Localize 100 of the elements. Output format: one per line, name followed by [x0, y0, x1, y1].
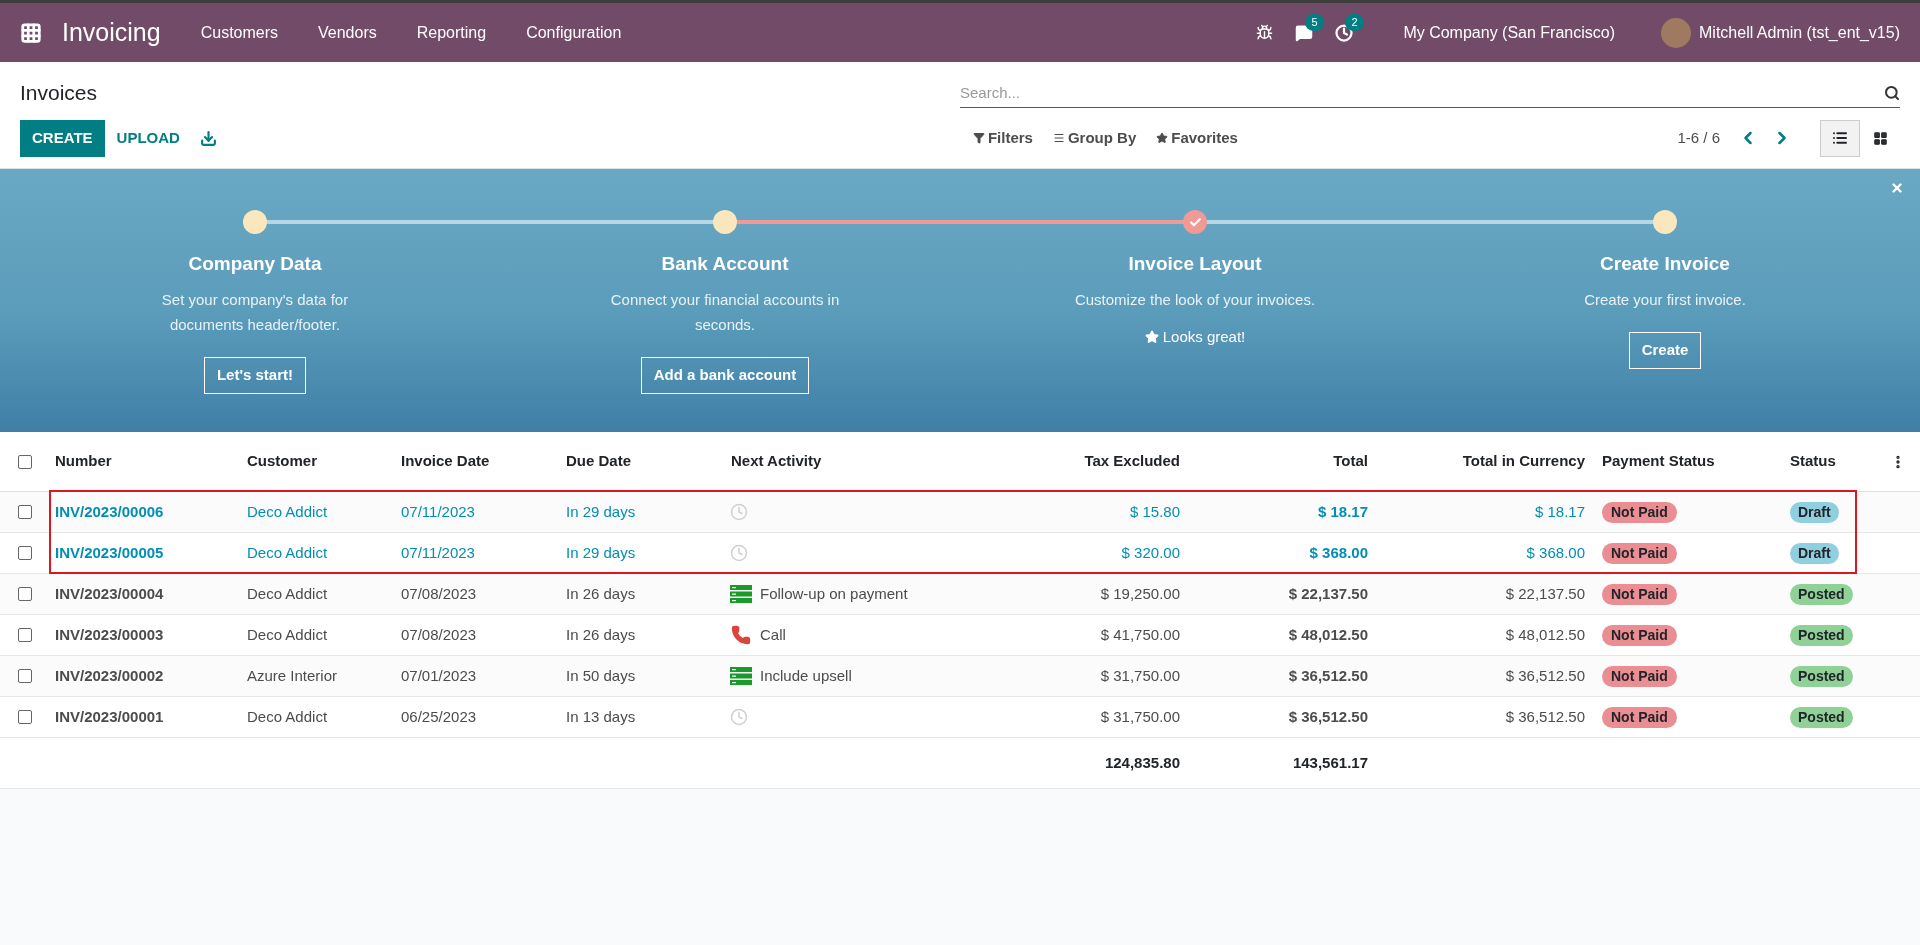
column-header[interactable]: Total in Currency	[1380, 450, 1597, 473]
total-currency-cell-text: $ 48,012.50	[1504, 624, 1586, 645]
menu-item[interactable]: Reporting	[396, 20, 507, 45]
status-badge: Posted	[1790, 706, 1853, 728]
company-switcher[interactable]: My Company (San Francisco)	[1403, 20, 1615, 45]
column-header[interactable]: Tax Excluded	[1000, 450, 1192, 473]
invoice-date-cell-text: 07/11/2023	[400, 501, 476, 522]
tax-excluded-cell-text: $ 19,250.00	[1099, 583, 1181, 604]
column-header[interactable]: Number	[50, 450, 242, 473]
step-title: Create Invoice	[1600, 252, 1730, 276]
message-count: 5	[1305, 13, 1324, 31]
customer-cell-text: Deco Addict	[246, 583, 329, 604]
due-date-cell-text: In 26 days	[565, 624, 637, 645]
tax-excluded-cell-text: $ 320.00	[1120, 542, 1181, 563]
due-date-cell-text: In 29 days	[565, 542, 637, 563]
tax-excluded-total: 124,835.80	[1103, 752, 1181, 773]
invoice-number: INV/2023/00006	[54, 501, 165, 522]
customer-cell-text: Deco Addict	[246, 501, 329, 522]
user-menu[interactable]: Mitchell Admin (tst_ent_v15)	[1699, 20, 1900, 45]
table-row[interactable]: INV/2023/00004 Deco Addict 07/08/2023 In 26 days Follow-up on payment $ 19,250.00 $ 22,137.50 $ 22,137.50 Not Paid Posted	[0, 574, 1920, 615]
activity-text: Call	[760, 624, 786, 645]
column-header[interactable]: Next Activity	[726, 450, 1000, 473]
search-field[interactable]: Search...	[960, 78, 1900, 108]
due-date-cell-text: In 50 days	[565, 665, 637, 686]
invoice-number: INV/2023/00001	[54, 706, 165, 727]
total-cell-text: $ 368.00	[1308, 542, 1369, 563]
step-title: Bank Account	[661, 252, 789, 276]
total-currency-cell-text: $ 18.17	[1533, 501, 1586, 522]
done-text: Looks great!	[1144, 325, 1246, 348]
status-badge: Draft	[1790, 501, 1839, 523]
payment-status-badge: Not Paid	[1602, 624, 1677, 646]
payment-status-badge: Not Paid	[1602, 542, 1677, 564]
payment-status-badge: Not Paid	[1602, 583, 1677, 605]
filter-menu-button[interactable]: Group By	[1052, 126, 1137, 150]
due-date-cell-text: In 29 days	[565, 501, 637, 522]
due-date-cell-text: In 13 days	[565, 706, 637, 727]
step-action-button[interactable]: Add a bank account	[640, 356, 810, 394]
invoice-date-cell-text: 07/11/2023	[400, 542, 476, 563]
table-row[interactable]: INV/2023/00006 Deco Addict 07/11/2023 In 29 days $ 15.80 $ 18.17 $ 18.17 Not Paid Draft	[0, 492, 1920, 533]
table-row[interactable]: INV/2023/00002 Azure Interior 07/01/2023 In 50 days Include upsell $ 31,750.00 $ 36,512.50 $ 36,512.50 Not Paid Posted	[0, 656, 1920, 697]
column-header[interactable]: Total	[1192, 450, 1380, 473]
step-title: Company Data	[188, 252, 322, 276]
customer-cell-text: Deco Addict	[246, 624, 329, 645]
tax-excluded-cell-text: $ 15.80	[1128, 501, 1181, 522]
step-description: Connect your financial accounts in seconds.	[609, 289, 841, 335]
column-header[interactable]: Customer	[242, 450, 396, 473]
status-badge: Draft	[1790, 542, 1839, 564]
total-cell-text: $ 36,512.50	[1287, 706, 1369, 727]
total-currency-cell-text: $ 368.00	[1525, 542, 1586, 563]
customer-cell-text: Azure Interior	[246, 665, 339, 686]
total-currency-cell-text: $ 22,137.50	[1504, 583, 1586, 604]
invoice-number: INV/2023/00002	[54, 665, 165, 686]
total-cell-text: $ 22,137.50	[1287, 583, 1369, 604]
payment-status-badge: Not Paid	[1602, 665, 1677, 687]
invoice-number: INV/2023/00004	[54, 583, 165, 604]
create-button[interactable]: CREATE	[20, 119, 105, 157]
invoice-date-cell-text: 07/08/2023	[400, 583, 478, 604]
tax-excluded-cell-text: $ 31,750.00	[1099, 706, 1181, 727]
breadcrumb: Invoices	[20, 80, 99, 107]
column-header[interactable]: Payment Status	[1597, 450, 1785, 473]
invoice-number: INV/2023/00005	[54, 542, 165, 563]
step-description: Create your first invoice.	[1583, 289, 1747, 310]
status-badge: Posted	[1790, 583, 1853, 605]
status-badge: Posted	[1790, 665, 1853, 687]
invoice-date-cell-text: 07/08/2023	[400, 624, 478, 645]
customer-cell-text: Deco Addict	[246, 706, 329, 727]
customer-cell-text: Deco Addict	[246, 542, 329, 563]
payment-status-badge: Not Paid	[1602, 706, 1677, 728]
menu-item[interactable]: Customers	[180, 20, 299, 45]
menu-item[interactable]: Vendors	[298, 20, 397, 45]
filter-menu-button[interactable]: Favorites	[1156, 126, 1238, 150]
total-currency-cell-text: $ 36,512.50	[1504, 706, 1586, 727]
total-cell-text: $ 18.17	[1316, 501, 1369, 522]
app-name[interactable]: Invoicing	[62, 13, 161, 52]
due-date-cell-text: In 26 days	[565, 583, 637, 604]
column-header[interactable]: Invoice Date	[396, 450, 561, 473]
step-description: Customize the look of your invoices.	[1073, 289, 1317, 310]
status-badge: Posted	[1790, 624, 1853, 646]
invoice-date-cell-text: 06/25/2023	[400, 706, 478, 727]
tax-excluded-cell-text: $ 31,750.00	[1099, 665, 1181, 686]
activity-text: Follow-up on payment	[760, 583, 908, 604]
invoice-number: INV/2023/00003	[54, 624, 165, 645]
step-description: Set your company's data for documents header/footer.	[160, 289, 350, 335]
step-title: Invoice Layout	[1128, 252, 1262, 276]
pager-text: 1-6 / 6	[1677, 127, 1720, 148]
menu-item[interactable]: Configuration	[506, 20, 642, 45]
total-currency-cell-text: $ 36,512.50	[1504, 665, 1586, 686]
total-cell-text: $ 48,012.50	[1287, 624, 1369, 645]
invoice-date-cell-text: 07/01/2023	[400, 665, 478, 686]
tax-excluded-cell-text: $ 41,750.00	[1099, 624, 1181, 645]
total-cell-text: $ 36,512.50	[1287, 665, 1369, 686]
step-action-button[interactable]: Let's start!	[203, 356, 307, 394]
grand-total: 143,561.17	[1291, 752, 1369, 773]
upload-button[interactable]: UPLOAD	[104, 119, 192, 157]
column-header[interactable]: Status	[1785, 450, 1890, 473]
activity-count: 2	[1345, 13, 1364, 31]
column-header[interactable]: Due Date	[561, 450, 726, 473]
filter-menu-button[interactable]: Filters	[972, 126, 1033, 150]
activity-text: Include upsell	[760, 665, 852, 686]
payment-status-badge: Not Paid	[1602, 501, 1677, 523]
